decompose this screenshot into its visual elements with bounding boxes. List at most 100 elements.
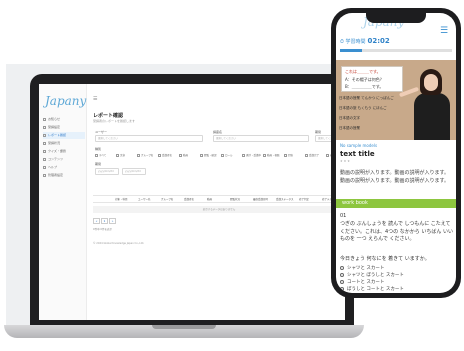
rating-stars: ★ ★ ★ bbox=[340, 159, 350, 163]
checkbox-icon bbox=[284, 153, 287, 157]
checkbox-icon bbox=[116, 153, 119, 157]
sidebar-item-label: ヘルプ bbox=[48, 165, 58, 169]
answer-option-4[interactable]: ぼうしと コートと スカート bbox=[340, 286, 404, 292]
table-column-header[interactable]: グループ名 bbox=[161, 197, 173, 201]
wall-word-2: 日本語の旅 もくもう にほんご bbox=[339, 106, 387, 110]
type-checkbox[interactable]: 動画 bbox=[179, 153, 188, 157]
sidebar-item-label: 受講状況 bbox=[48, 141, 61, 145]
user-select[interactable]: 選択してください bbox=[95, 135, 203, 142]
type-checkbox[interactable]: グループ名 bbox=[137, 153, 153, 157]
settings-icon bbox=[43, 173, 46, 177]
sidebar-item-contents[interactable]: コンテンツ bbox=[43, 156, 85, 163]
type-checkbox[interactable]: すべて bbox=[95, 153, 106, 157]
timer-label: ⏱ 学習時間 bbox=[340, 39, 366, 45]
type-checkbox[interactable]: 動画・視聴 bbox=[263, 153, 280, 157]
laptop-frame: Japany お知らせ 受講設定 レポート確認 受講状況 クイズ・課題 コンテン… bbox=[30, 74, 354, 327]
sidebar-item-notice[interactable]: お知らせ bbox=[43, 116, 85, 123]
sample-label: No sample models bbox=[340, 143, 378, 148]
type-checkbox[interactable]: 文章 bbox=[116, 153, 125, 157]
answer-option-3[interactable]: コートと スカート bbox=[340, 279, 384, 285]
table-column-header[interactable]: 最終受講日時 bbox=[253, 197, 268, 201]
app-logo: Japany bbox=[45, 94, 87, 108]
user-filter-label: ユーザー bbox=[95, 130, 107, 134]
sidebar-item-status[interactable]: 受講状況 bbox=[43, 140, 85, 147]
board-line-1: これは＿＿＿です。 bbox=[345, 69, 381, 74]
checkbox-icon bbox=[242, 153, 245, 157]
course-filter-label: 講座名 bbox=[213, 130, 223, 134]
table-column-header[interactable]: 受講ステータス bbox=[276, 197, 294, 201]
course-select[interactable]: 選択してください bbox=[213, 135, 309, 142]
date-filter-label: 期間 bbox=[95, 162, 102, 166]
text-title: text title bbox=[340, 150, 375, 158]
type-checkbox[interactable]: 回答 bbox=[284, 153, 293, 157]
checkbox-label: ロール bbox=[225, 154, 233, 157]
type-checkbox[interactable]: 閲覧・確認 bbox=[200, 153, 217, 157]
type-checkbox[interactable]: 受講完了 bbox=[305, 153, 319, 157]
bell-icon bbox=[43, 117, 46, 121]
teacher-face bbox=[424, 74, 438, 91]
checkbox-label: 受講完了 bbox=[309, 154, 320, 157]
table-column-header[interactable]: 動画 bbox=[207, 197, 212, 201]
video-progress-bar[interactable] bbox=[340, 49, 452, 52]
table-column-header[interactable]: 閲覧状況 bbox=[230, 197, 240, 201]
table-column-header[interactable]: ユーザー名 bbox=[138, 197, 150, 201]
phone-frame: Japany ☰ ⏱ 学習時間02:02 これは＿＿＿です。 A：その帽子は何色… bbox=[331, 8, 461, 298]
answer-option-label: コートと スカート bbox=[347, 280, 385, 285]
phone-menu-icon[interactable]: ☰ bbox=[440, 26, 448, 36]
laptop-screen: Japany お知らせ 受講設定 レポート確認 受講状況 クイズ・課題 コンテン… bbox=[39, 84, 345, 320]
wall-word-1: 日本語の授業 てんかつ にっぽんご bbox=[339, 96, 394, 100]
phone-screen: Japany ☰ ⏱ 学習時間02:02 これは＿＿＿です。 A：その帽子は何色… bbox=[336, 13, 456, 293]
video-progress-fill bbox=[340, 49, 363, 52]
checkbox-icon bbox=[95, 153, 98, 157]
chart-icon bbox=[43, 141, 46, 145]
main-content: ☰ レポート確認 受講者のレポートを確認します ユーザー 選択してください 講座… bbox=[89, 84, 345, 320]
sidebar-item-report[interactable]: レポート確認 bbox=[43, 132, 85, 139]
gear-icon bbox=[43, 125, 46, 129]
type-checkbox[interactable]: 受講者名 bbox=[158, 153, 172, 157]
lesson-video[interactable]: これは＿＿＿です。 A：その帽子は何色？ B：＿＿＿＿＿です。 日本語の授業 て… bbox=[336, 60, 456, 140]
checkbox-label: 受講者名 bbox=[162, 154, 173, 157]
workbook-header: work book bbox=[336, 199, 456, 208]
phone-notch bbox=[366, 13, 426, 23]
wall-word-4: 日本語の授業 bbox=[339, 126, 360, 130]
table-column-header[interactable]: 修了判定 bbox=[299, 197, 309, 201]
checkbox-icon bbox=[200, 153, 203, 157]
checkbox-label: 文章 bbox=[120, 154, 126, 157]
pager-prev-button[interactable]: « bbox=[93, 218, 100, 224]
sidebar-item-settings[interactable]: 受講設定 bbox=[43, 124, 85, 131]
table-column-header[interactable]: 対象・科目 bbox=[115, 197, 128, 201]
timer-value: 02:02 bbox=[367, 37, 390, 45]
checkbox-label: 動画・視聴 bbox=[267, 154, 280, 157]
question-ask: 今日きょう 何なにを 着きて いますか。 bbox=[340, 256, 430, 262]
study-timer: ⏱ 学習時間 02:02 bbox=[340, 37, 390, 45]
laptop-notch bbox=[152, 325, 216, 329]
type-checkbox[interactable]: 進捗・受講中 bbox=[242, 153, 261, 157]
pager-next-button[interactable]: » bbox=[109, 218, 116, 224]
checkbox-label: 進捗・受講中 bbox=[246, 154, 262, 157]
answer-option-2[interactable]: シャツと ぼうしと スカート bbox=[340, 272, 404, 278]
sidebar-item-quiz[interactable]: クイズ・課題 bbox=[43, 148, 85, 155]
sidebar-item-admin[interactable]: 管理者設定 bbox=[43, 172, 85, 179]
checkbox-icon bbox=[305, 153, 308, 157]
teacher-figure bbox=[414, 93, 450, 140]
sidebar-item-label: 受講設定 bbox=[48, 125, 61, 129]
help-icon bbox=[43, 165, 46, 169]
checkbox-icon bbox=[326, 153, 329, 157]
pager-page-1[interactable]: 1 bbox=[101, 218, 108, 224]
footer-copyright: © 2024 Global Knowledge Japan Co.,Ltd. bbox=[93, 242, 145, 245]
sidebar-item-help[interactable]: ヘルプ bbox=[43, 164, 85, 171]
answer-option-label: ぼうしと コートと スカート bbox=[347, 287, 404, 292]
radio-icon bbox=[340, 286, 344, 291]
type-checkbox[interactable]: ロール bbox=[221, 153, 233, 157]
answer-option-label: シャツと ぼうしと スカート bbox=[347, 273, 404, 278]
date-from-input[interactable]: yyyy/mm/dd bbox=[95, 168, 119, 175]
checkbox-icon bbox=[221, 153, 224, 157]
sidebar-item-label: クイズ・課題 bbox=[48, 149, 66, 153]
date-to-input[interactable]: yyyy/mm/dd bbox=[122, 168, 146, 175]
table-column-header[interactable]: 受講者名 bbox=[184, 197, 194, 201]
page-subtitle: 受講者のレポートを確認します bbox=[93, 119, 136, 123]
checkbox-icon bbox=[263, 153, 266, 157]
answer-option-1[interactable]: シャツと スカート bbox=[340, 265, 384, 271]
checkbox-label: 動画 bbox=[183, 154, 189, 157]
hamburger-menu-icon[interactable]: ☰ bbox=[93, 96, 97, 102]
